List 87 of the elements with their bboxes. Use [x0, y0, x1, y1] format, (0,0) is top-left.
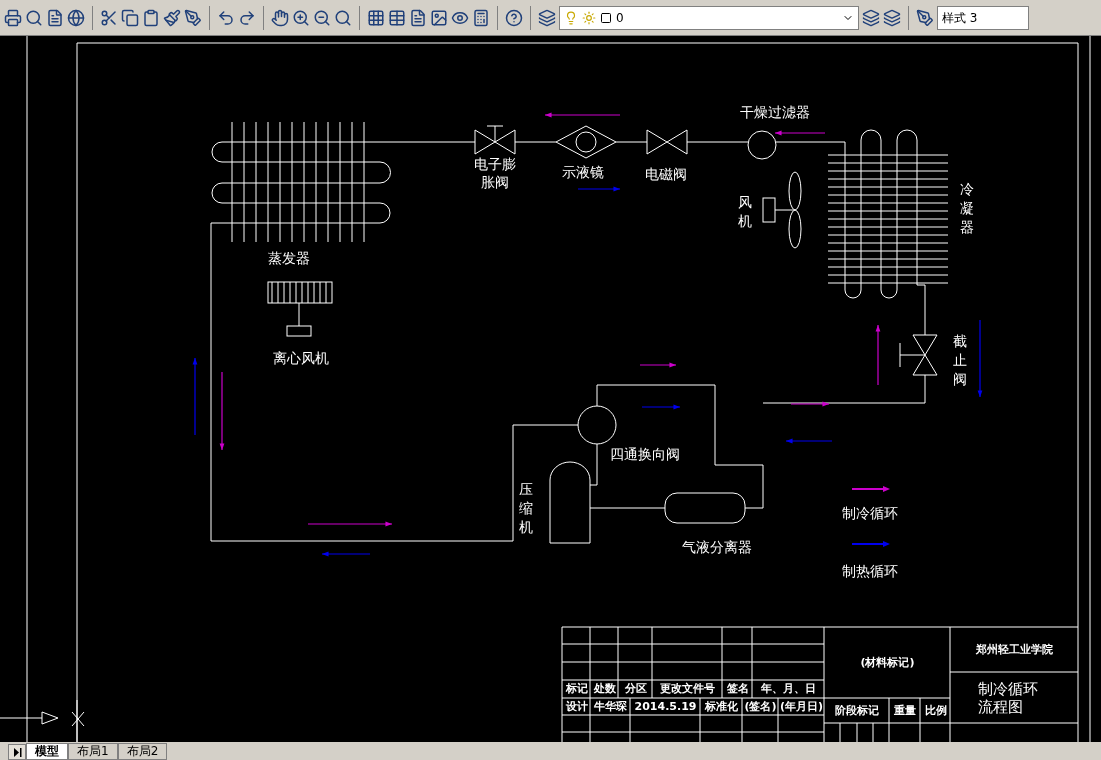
- sight-glass-icon: [555, 125, 617, 159]
- component-label: 离心风机: [273, 349, 329, 368]
- flow-arrow: [774, 130, 826, 136]
- centrifugal-fan-icon: [267, 281, 333, 337]
- table-icon[interactable]: [388, 8, 406, 27]
- layout-tab[interactable]: 布局1: [68, 743, 118, 760]
- component-label: 截止阀: [953, 332, 967, 389]
- cut-icon[interactable]: [100, 8, 118, 27]
- separator-icon: [664, 492, 746, 524]
- layout-tab[interactable]: 模型: [26, 743, 68, 760]
- drawing-title: 制冷循环: [978, 680, 1039, 698]
- expansion-valve-icon: [474, 125, 516, 155]
- component-label: 电磁阀: [645, 165, 687, 184]
- flow-arrow: [321, 551, 371, 557]
- filter-drier-icon: [747, 130, 777, 160]
- title-block-cell-text: 重量: [893, 702, 917, 719]
- title-block-cell-text: 年、月、日: [760, 681, 817, 698]
- title-block-cell-text: 比例: [923, 702, 948, 719]
- help-icon[interactable]: [505, 8, 523, 27]
- sun-icon: [582, 10, 596, 25]
- globe-icon[interactable]: [67, 8, 85, 27]
- title-block-cell-text: 设计: [564, 698, 589, 715]
- title-block-cell-text: 更改文件号: [659, 681, 716, 698]
- layers-icon[interactable]: [538, 8, 556, 27]
- layout-tab[interactable]: 布局2: [117, 743, 168, 760]
- stop-valve-icon: [899, 334, 938, 376]
- zoom-out-icon[interactable]: [313, 8, 331, 27]
- square-icon: [600, 11, 612, 24]
- play-end-icon: [12, 747, 22, 757]
- flow-arrow: [790, 401, 830, 407]
- title-block-cell-text: 标记: [564, 681, 589, 698]
- pipe-line: [514, 141, 557, 143]
- component-label: 冷凝器: [960, 180, 974, 237]
- layers-icon[interactable]: [883, 8, 901, 27]
- component-label: 风机: [738, 193, 752, 231]
- pipe-line: [615, 141, 648, 143]
- title-block-cell-text: 分区: [623, 681, 648, 698]
- flow-arrow: [785, 438, 833, 444]
- tab-scroll-button[interactable]: [8, 744, 26, 760]
- undo-icon[interactable]: [217, 8, 235, 27]
- title-block-cell-text: 2014.5.19: [633, 698, 698, 715]
- title-block-cell-text: 牛华琛: [593, 698, 628, 715]
- title-block-cell-text: 标准化: [704, 698, 739, 715]
- calculator-icon[interactable]: [472, 8, 490, 27]
- paste-icon[interactable]: [142, 8, 160, 27]
- pipe-line: [924, 284, 926, 336]
- component-label: 蒸发器: [268, 249, 310, 268]
- flow-arrow: [641, 404, 681, 410]
- solenoid-valve-icon: [646, 129, 688, 155]
- component-label: 电子膨胀阀: [473, 155, 517, 192]
- flow-arrow: [875, 324, 881, 386]
- zoom-window-icon[interactable]: [334, 8, 352, 27]
- text-style-dropdown[interactable]: 样式 3: [937, 5, 1029, 30]
- flow-arrow: [639, 362, 677, 368]
- compressor-icon: [549, 461, 591, 544]
- title-block-cell-text: 郑州轻工业学院: [975, 641, 1054, 658]
- legend-label: 制热循环: [842, 562, 898, 581]
- document-icon[interactable]: [46, 8, 64, 27]
- layer-dropdown[interactable]: 0: [559, 5, 859, 30]
- pan-hand-icon[interactable]: [271, 8, 289, 27]
- zoom-in-icon[interactable]: [292, 8, 310, 27]
- component-label: 气液分离器: [682, 538, 752, 557]
- title-block-cell-text: 签名: [725, 681, 750, 698]
- title-block-cell-text: (材料标记): [859, 654, 916, 671]
- pipe-line: [775, 141, 846, 151]
- flow-arrow: [577, 186, 621, 192]
- lightbulb-icon: [564, 10, 578, 25]
- component-label: 四通换向阀: [610, 445, 680, 464]
- component-label: 示液镜: [562, 163, 604, 182]
- image-icon[interactable]: [430, 8, 448, 27]
- brush-icon[interactable]: [163, 8, 181, 27]
- drawing-title: 流程图: [978, 698, 1024, 716]
- component-label: 干燥过滤器: [740, 103, 810, 122]
- layers-icon[interactable]: [862, 8, 880, 27]
- fan-icon: [762, 171, 802, 249]
- title-block-cell-text: (签名): [743, 698, 778, 715]
- title-block-cell-text: 阶段标记: [834, 702, 880, 719]
- text-style-icon[interactable]: [916, 8, 934, 27]
- pipe-line: [686, 141, 749, 143]
- component-label: 压缩机: [519, 480, 533, 537]
- title-block-cell-text: 处数: [592, 681, 617, 698]
- title-block-cell-text: (年月日): [778, 698, 825, 715]
- copy-icon[interactable]: [121, 8, 139, 27]
- legend-label: 制冷循环: [842, 504, 898, 523]
- four-way-valve-icon: [577, 405, 617, 445]
- printer-icon[interactable]: [4, 8, 22, 27]
- redo-icon[interactable]: [238, 8, 256, 27]
